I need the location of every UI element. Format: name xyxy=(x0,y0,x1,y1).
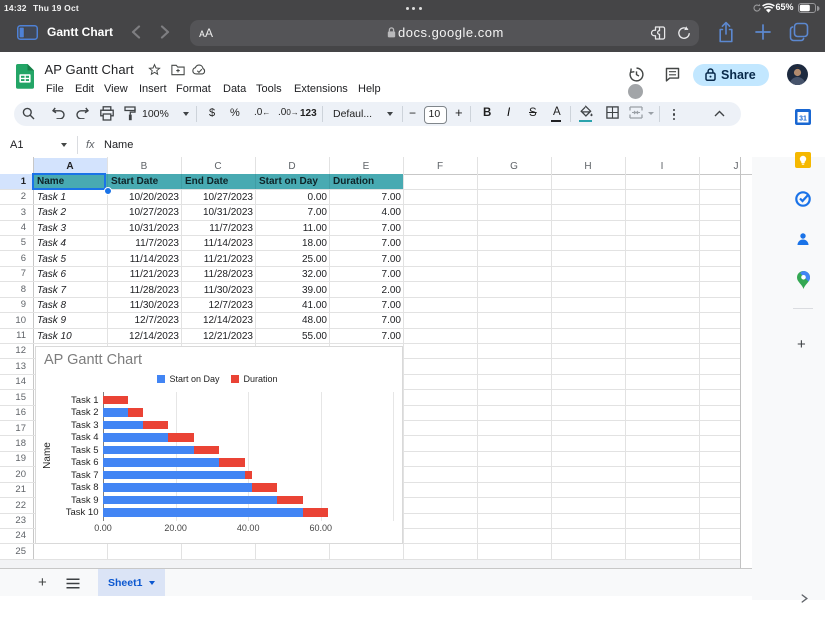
svg-text:31: 31 xyxy=(799,116,807,123)
